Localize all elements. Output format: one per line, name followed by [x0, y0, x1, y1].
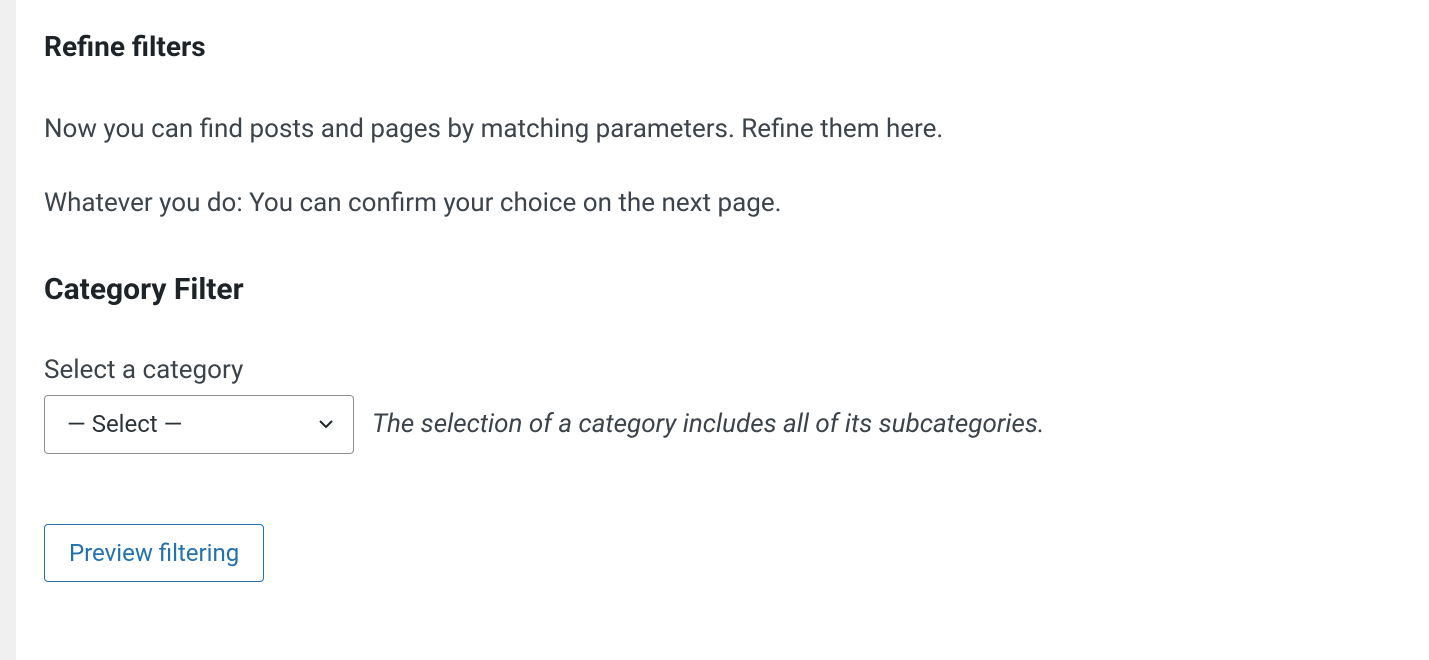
- refine-filters-heading: Refine filters: [44, 30, 1429, 63]
- left-border-strip: [0, 0, 16, 660]
- category-select-wrapper: — Select —: [44, 395, 354, 454]
- category-select-hint: The selection of a category includes all…: [372, 409, 1045, 439]
- refine-description-2: Whatever you do: You can confirm your ch…: [44, 185, 1429, 221]
- actions-row: Preview filtering: [44, 524, 1429, 583]
- category-select-row: — Select — The selection of a category i…: [44, 395, 1429, 454]
- preview-filtering-button[interactable]: Preview filtering: [44, 524, 264, 583]
- refine-description-1: Now you can find posts and pages by matc…: [44, 111, 1429, 147]
- category-select-label: Select a category: [44, 355, 1429, 385]
- refine-filters-panel: Refine filters Now you can find posts an…: [0, 0, 1429, 582]
- category-select[interactable]: — Select —: [44, 395, 354, 454]
- category-filter-heading: Category Filter: [44, 272, 1429, 307]
